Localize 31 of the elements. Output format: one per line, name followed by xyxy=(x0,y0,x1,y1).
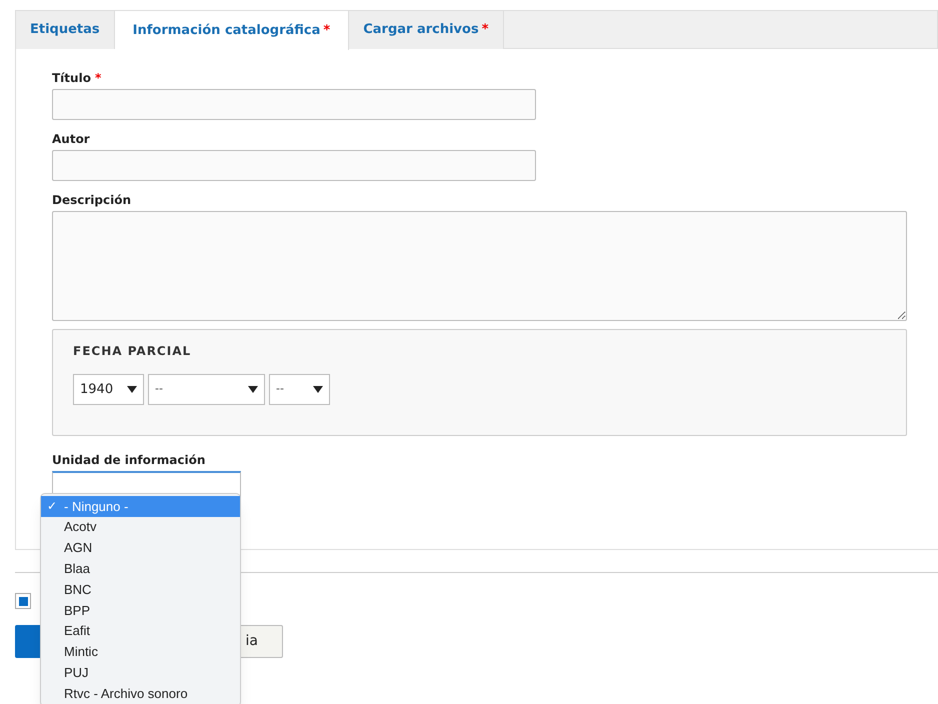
dropdown-option[interactable]: Blaa xyxy=(41,558,240,580)
text-field[interactable] xyxy=(52,89,536,120)
field-label: Título xyxy=(52,70,91,87)
field-label: Descripción xyxy=(52,192,131,209)
dropdown-option[interactable]: BPP xyxy=(41,600,240,621)
caret-icon xyxy=(313,386,323,393)
dropdown-option[interactable]: PUJ xyxy=(41,662,240,684)
tab[interactable]: Etiquetas xyxy=(16,11,115,49)
dropdown-option[interactable]: BNC xyxy=(41,579,240,600)
caret-icon xyxy=(127,386,137,393)
field-label: Unidad de información xyxy=(52,452,206,469)
required-mark: * xyxy=(94,70,102,87)
caret-icon xyxy=(248,386,258,393)
fieldset-legend: FECHA PARCIAL xyxy=(73,342,906,360)
tab[interactable]: Cargar archivos * xyxy=(349,11,504,49)
date-select[interactable]: -- xyxy=(269,374,330,405)
dropdown-option[interactable]: Eafit xyxy=(41,620,240,642)
checkbox[interactable] xyxy=(15,593,31,609)
dropdown-option[interactable]: Acotv xyxy=(41,516,240,538)
dropdown-option[interactable]: Rtvc - Archivo sonoro xyxy=(41,683,240,704)
required-mark: * xyxy=(323,22,330,38)
date-select[interactable]: 1940 xyxy=(73,374,144,405)
tab[interactable]: Información catalográfica * xyxy=(114,11,350,50)
text-field[interactable] xyxy=(52,150,536,181)
field-label: Autor xyxy=(52,131,90,148)
description-field[interactable] xyxy=(52,211,907,321)
required-mark: * xyxy=(482,22,489,38)
dropdown-option[interactable]: Mintic xyxy=(41,642,240,662)
dropdown-option[interactable]: AGN xyxy=(41,538,240,558)
date-select[interactable]: -- xyxy=(148,374,265,405)
check-icon: ✓ xyxy=(41,497,64,516)
